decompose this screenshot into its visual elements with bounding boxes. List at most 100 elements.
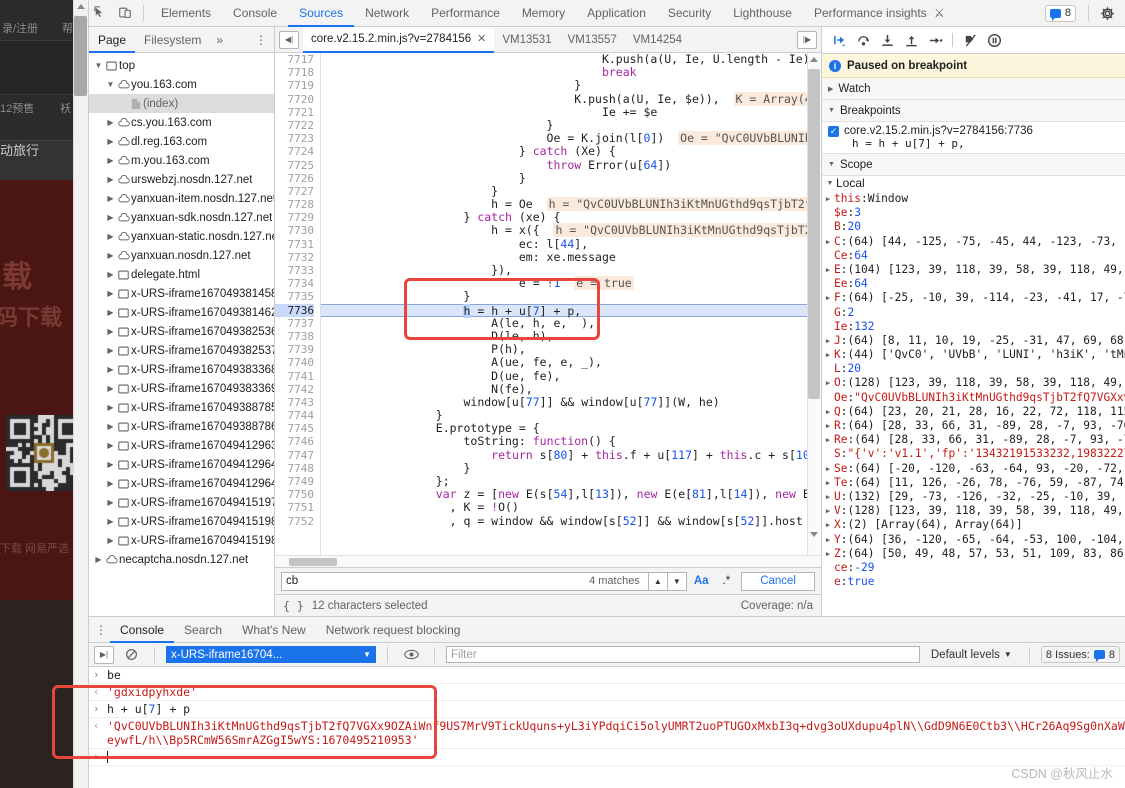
drawer-tab-console[interactable]: Console <box>110 617 175 643</box>
file-tree-item[interactable]: x-URS-iframe16704938253730 <box>89 341 274 360</box>
show-navigator-icon[interactable]: ◀| <box>279 30 299 49</box>
expand-toggle-icon[interactable] <box>105 80 116 89</box>
expand-toggle-icon[interactable] <box>93 61 104 70</box>
line-number[interactable]: 7735 <box>275 290 315 303</box>
scope-variable-row[interactable]: ▶ R: (64) [28, 33, 66, 31, -89, 28, -7, 9… <box>822 419 1125 433</box>
drawer-tab-search[interactable]: Search <box>174 617 232 643</box>
scope-variable-row[interactable]: ▶ K: (44) ['QvC0', 'UVbB', 'LUNI', 'h3iK'… <box>822 348 1125 362</box>
expand-toggle-icon[interactable] <box>105 346 116 355</box>
scope-variable-row[interactable]: ce: -29 <box>822 561 1125 575</box>
expand-toggle-icon[interactable] <box>105 460 116 469</box>
line-number[interactable]: 7723 <box>275 132 315 145</box>
code-line[interactable]: ec: l[44], <box>321 237 821 251</box>
file-tree-item[interactable]: yanxuan.nosdn.127.net <box>89 246 274 265</box>
file-tree-item[interactable]: you.163.com <box>89 75 274 94</box>
page-file-tree[interactable]: top you.163.com (index) cs.you.163.com dl.re… <box>89 53 274 616</box>
expand-toggle-icon[interactable]: ▶ <box>822 263 834 277</box>
console-output-row[interactable]: ‹ 'QvC0UVbBLUNIh3iKtMnUGthd9qsTjbT2fQ7VGX… <box>89 718 1125 749</box>
expand-toggle-icon[interactable] <box>93 555 104 564</box>
tab-network[interactable]: Network <box>354 0 420 27</box>
line-number[interactable]: 7744 <box>275 409 315 422</box>
line-number[interactable]: 7733 <box>275 264 315 277</box>
editor-horizontal-scrollbar[interactable] <box>275 555 821 567</box>
nav-tab-more-icon[interactable]: » <box>210 33 229 47</box>
tab-performance-insights[interactable]: Performance insights ⚔ <box>803 0 956 27</box>
scope-variable-row[interactable]: ▶ J: (64) [8, 11, 10, 19, -25, -31, 47, 6… <box>822 334 1125 348</box>
file-tree-item[interactable]: x-URS-iframe16704941296320 <box>89 436 274 455</box>
file-tree-item[interactable]: top <box>89 56 274 75</box>
expand-toggle-icon[interactable] <box>105 194 116 203</box>
tab-application[interactable]: Application <box>576 0 657 27</box>
code-line[interactable]: } <box>321 290 821 303</box>
line-number[interactable]: 7718 <box>275 66 315 79</box>
cancel-search-button[interactable]: Cancel <box>741 571 815 591</box>
close-icon[interactable]: ✕ <box>477 26 486 52</box>
editor-vertical-scrollbar[interactable] <box>807 53 821 555</box>
console-prompt-row[interactable]: › <box>89 749 1125 766</box>
editor-hscroll-thumb[interactable] <box>289 558 337 566</box>
file-tree-item[interactable]: x-URS-iframe16704941296400 <box>89 455 274 474</box>
line-number[interactable]: 7748 <box>275 462 315 475</box>
line-number[interactable]: 7736 <box>275 303 314 317</box>
code-line[interactable]: , q = window && window[s[52]] && window[… <box>321 514 821 528</box>
expand-toggle-icon[interactable] <box>105 213 116 222</box>
expand-toggle-icon[interactable] <box>105 384 116 393</box>
line-number[interactable]: 7731 <box>275 238 315 251</box>
page-scrollbar[interactable] <box>73 0 88 788</box>
line-number[interactable]: 7732 <box>275 251 315 264</box>
expand-toggle-icon[interactable] <box>105 403 116 412</box>
scope-variable-row[interactable]: e: true <box>822 575 1125 589</box>
code-line[interactable]: K.push(a(U, Ie, $e)), K = Array(44), U <box>321 91 821 106</box>
code-line[interactable]: A(le, h, e, ), <box>321 316 821 330</box>
scope-variable-row[interactable]: ▶ F: (64) [-25, -10, 39, -114, -23, -41, … <box>822 291 1125 305</box>
console-message-list[interactable]: › be ‹ 'gdxidpyhxde' › h + u[7] + p ‹ 'QvC0UVbB… <box>89 667 1125 788</box>
expand-toggle-icon[interactable] <box>105 289 116 298</box>
expand-toggle-icon[interactable] <box>105 308 116 317</box>
scope-variable-row[interactable]: ▶ V: (128) [123, 39, 118, 39, 58, 39, 118… <box>822 504 1125 518</box>
file-tree-item[interactable]: x-URS-iframe16704941296440 <box>89 474 274 493</box>
file-tree-item[interactable]: x-URS-iframe16704938253660 <box>89 322 274 341</box>
file-tab-vm13557[interactable]: VM13557 <box>560 27 625 53</box>
expand-toggle-icon[interactable]: ▶ <box>822 547 834 561</box>
line-number[interactable]: 7719 <box>275 79 315 92</box>
file-tree-item[interactable]: yanxuan-item.nosdn.127.net <box>89 189 274 208</box>
expand-toggle-icon[interactable]: ▶ <box>822 334 834 348</box>
tab-console[interactable]: Console <box>222 0 288 27</box>
expand-toggle-icon[interactable] <box>105 536 116 545</box>
scope-variable-row[interactable]: ▶ Te: (64) [11, 126, -26, 78, -76, 59, -8… <box>822 476 1125 490</box>
tab-lighthouse[interactable]: Lighthouse <box>722 0 803 27</box>
expand-toggle-icon[interactable]: ▶ <box>822 376 834 390</box>
line-number[interactable]: 7737 <box>275 317 315 330</box>
console-input-row[interactable]: › be <box>89 667 1125 684</box>
expand-toggle-icon[interactable]: ▶ <box>822 462 834 476</box>
expand-toggle-icon[interactable] <box>105 479 116 488</box>
expand-toggle-icon[interactable]: ▶ <box>822 419 834 433</box>
line-number[interactable]: 7752 <box>275 515 315 528</box>
nav-tab-page[interactable]: Page <box>89 27 136 53</box>
scope-variable-row[interactable]: ▶ Q: (64) [23, 20, 21, 28, 16, 22, 72, 11… <box>822 405 1125 419</box>
breakpoint-checkbox[interactable]: ✓ <box>828 126 839 137</box>
line-number[interactable]: 7725 <box>275 159 315 172</box>
scope-variable-row[interactable]: L: 20 <box>822 362 1125 376</box>
expand-toggle-icon[interactable] <box>105 270 116 279</box>
expand-toggle-icon[interactable] <box>105 422 116 431</box>
expand-toggle-icon[interactable] <box>105 498 116 507</box>
scope-variable-row[interactable]: ▶ this: Window <box>822 192 1125 206</box>
file-tab-vm13531[interactable]: VM13531 <box>494 27 559 53</box>
line-number[interactable]: 7738 <box>275 330 315 343</box>
line-number[interactable]: 7729 <box>275 211 315 224</box>
file-tree-item[interactable]: m.you.163.com <box>89 151 274 170</box>
line-number[interactable]: 7728 <box>275 198 315 211</box>
line-number[interactable]: 7717 <box>275 53 315 66</box>
scope-variable-row[interactable]: ▶ E: (104) [123, 39, 118, 39, 58, 39, 118… <box>822 263 1125 277</box>
expand-toggle-icon[interactable]: ▶ <box>822 504 834 518</box>
line-number[interactable]: 7750 <box>275 488 315 501</box>
code-line[interactable]: } <box>321 171 821 185</box>
file-tree-item[interactable]: (index) <box>89 94 274 113</box>
line-number[interactable]: 7743 <box>275 396 315 409</box>
file-tree-item[interactable]: x-URS-iframe16704938336800 <box>89 360 274 379</box>
expand-toggle-icon[interactable]: ▶ <box>822 533 834 547</box>
code-line[interactable]: throw Error(u[64]) <box>321 158 821 172</box>
scope-local-header[interactable]: ▼ Local <box>822 176 1125 191</box>
line-number[interactable]: 7746 <box>275 435 315 448</box>
